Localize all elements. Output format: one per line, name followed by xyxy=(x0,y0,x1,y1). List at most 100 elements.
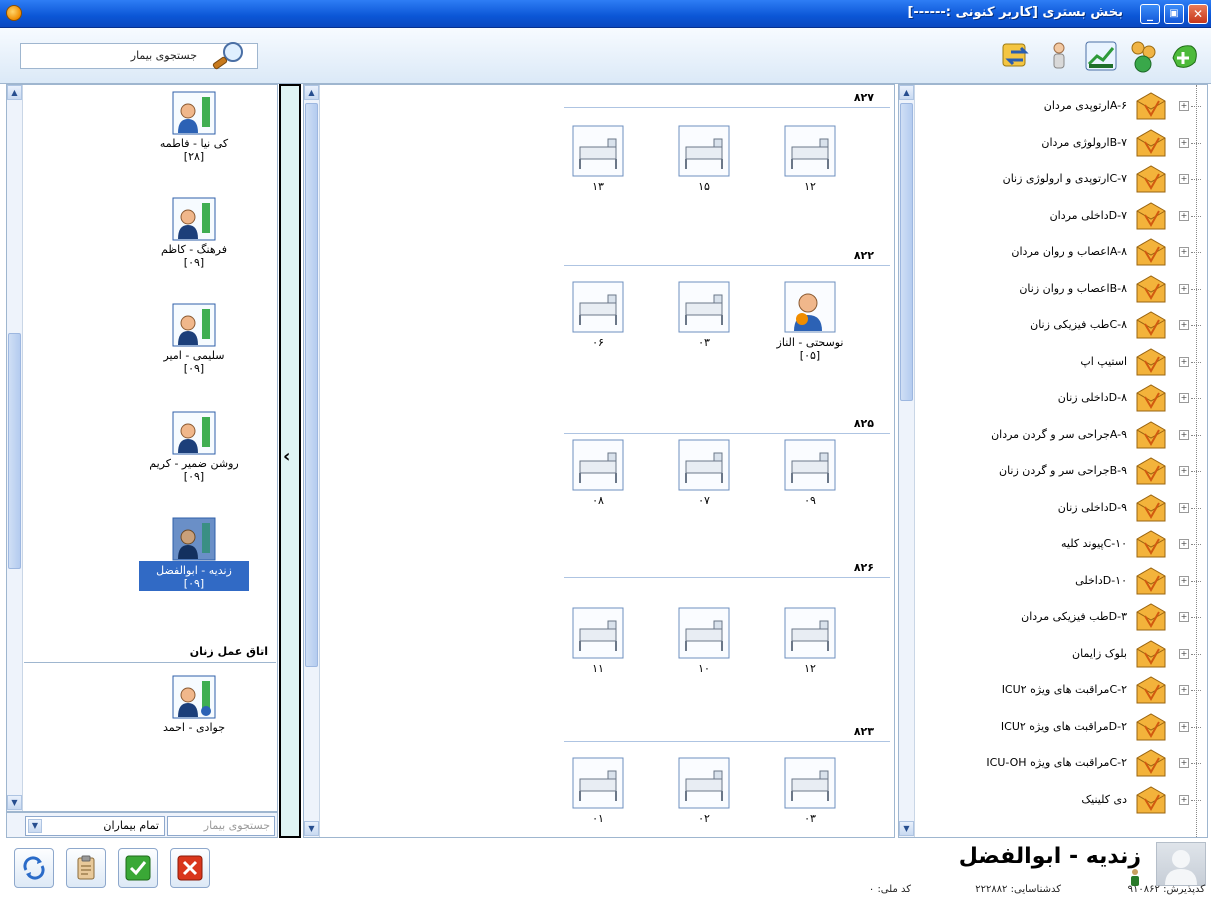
ward-item[interactable]: + D-۸داخلی زنان xyxy=(917,381,1207,417)
add-icon[interactable] xyxy=(1167,38,1203,74)
scroll-down-button[interactable]: ▼ xyxy=(304,821,319,836)
ward-item[interactable]: + استیپ اپ xyxy=(917,345,1207,381)
ward-item[interactable]: + C-۸طب فیزیکی زنان xyxy=(917,308,1207,344)
scroll-down-button[interactable]: ▼ xyxy=(899,821,914,836)
chevron-down-icon[interactable]: ▼ xyxy=(28,819,42,833)
bed[interactable]: ۱۲ xyxy=(780,125,840,193)
tree-connector xyxy=(1191,398,1201,399)
ward-item[interactable]: + C-۱۰پیوند کلیه xyxy=(917,527,1207,563)
chart-icon[interactable] xyxy=(1083,38,1119,74)
bed[interactable]: ۱۲ xyxy=(780,607,840,675)
expand-icon[interactable]: + xyxy=(1179,283,1189,294)
ward-item[interactable]: + B-۸اعصاب و روان زنان xyxy=(917,272,1207,308)
patient-card-selected[interactable]: زندیه - ابوالفضل [۰۹] xyxy=(139,517,249,591)
bed[interactable]: ۰۲ xyxy=(674,757,734,825)
expand-icon[interactable]: + xyxy=(1179,794,1189,805)
room-divider xyxy=(564,433,890,434)
patient-bed-icon xyxy=(172,91,216,135)
bed[interactable]: ۰۶ xyxy=(568,281,628,349)
scroll-up-button[interactable]: ▲ xyxy=(7,85,22,100)
patient-card[interactable]: سلیمی - امیر [۰۹] xyxy=(139,303,249,375)
patient-filter-select[interactable]: ▼ تمام بیماران xyxy=(25,816,165,836)
ward-item[interactable]: + B-۹جراحی سر و گردن زنان xyxy=(917,454,1207,490)
collapse-panel-button[interactable]: ‹ xyxy=(279,84,301,838)
patient-card[interactable]: فرهنگ - کاظم [۰۹] xyxy=(139,197,249,269)
expand-icon[interactable]: + xyxy=(1179,356,1189,367)
maximize-button[interactable]: ▣ xyxy=(1164,4,1184,24)
close-button[interactable]: ✕ xyxy=(1188,4,1208,24)
tree-connector xyxy=(1191,726,1201,728)
expand-icon[interactable]: + xyxy=(1179,539,1189,549)
cancel-button[interactable] xyxy=(170,848,210,888)
ward-item[interactable]: + B-۷ارولوژی مردان xyxy=(917,126,1207,162)
bed[interactable]: ۰۸ xyxy=(568,439,628,507)
confirm-button[interactable] xyxy=(118,848,158,888)
minimize-button[interactable]: _ xyxy=(1140,4,1160,24)
room-divider xyxy=(564,741,890,742)
expand-icon[interactable]: + xyxy=(1179,429,1189,440)
expand-icon[interactable]: + xyxy=(1179,721,1189,732)
expand-icon[interactable]: + xyxy=(1179,137,1189,148)
expand-icon[interactable]: + xyxy=(1179,247,1189,257)
transfer-icon[interactable] xyxy=(999,38,1035,74)
report-button[interactable] xyxy=(66,848,106,888)
bed[interactable]: ۱۵ xyxy=(674,125,734,193)
ward-item[interactable]: + D-۹داخلی زنان xyxy=(917,491,1207,527)
bed[interactable]: ۰۱ xyxy=(568,757,628,825)
scroll-up-button[interactable]: ▲ xyxy=(304,85,319,100)
patients-icon[interactable] xyxy=(1125,38,1161,74)
bed[interactable]: ۰۷ xyxy=(674,439,734,507)
check-icon xyxy=(125,855,151,881)
bed[interactable]: ۰۹ xyxy=(780,439,840,507)
app-icon[interactable] xyxy=(6,5,22,21)
ward-item[interactable]: + C-۲مراقبت های ویژه ICU۲ xyxy=(917,673,1207,709)
patient-card[interactable]: کی نیا - فاطمه [۲۸] xyxy=(139,91,249,163)
bed[interactable]: ۱۳ xyxy=(568,125,628,193)
ward-item[interactable]: + D-۳طب فیزیکی مردان xyxy=(917,600,1207,636)
scroll-down-button[interactable]: ▼ xyxy=(7,795,22,810)
scroll-thumb[interactable] xyxy=(8,333,21,569)
ward-item[interactable]: + A-۶ارتوپدی مردان xyxy=(917,89,1207,125)
scroll-up-button[interactable]: ▲ xyxy=(899,85,914,100)
person-icon[interactable] xyxy=(1041,38,1077,74)
refresh-button[interactable] xyxy=(14,848,54,888)
ward-item[interactable]: + A-۸اعصاب و روان مردان xyxy=(917,235,1207,271)
expand-icon[interactable]: + xyxy=(1179,758,1189,768)
expand-icon[interactable]: + xyxy=(1179,502,1189,513)
expand-icon[interactable]: + xyxy=(1179,575,1189,586)
expand-icon[interactable]: + xyxy=(1179,612,1189,622)
patient-list-scrollbar[interactable]: ▲ ▼ xyxy=(7,85,23,811)
expand-icon[interactable]: + xyxy=(1179,210,1189,221)
patient-card[interactable]: جوادی - احمد xyxy=(139,675,249,734)
expand-icon[interactable]: + xyxy=(1179,174,1189,184)
expand-icon[interactable]: + xyxy=(1179,685,1189,695)
ward-item[interactable]: + C-۲مراقبت های ویژه ICU-OH xyxy=(917,746,1207,782)
bed[interactable]: ۱۰ xyxy=(674,607,734,675)
bed[interactable]: ۰۳ xyxy=(780,757,840,825)
patient-filter-search[interactable]: جستجوی بیمار xyxy=(167,816,275,836)
ward-item[interactable]: + D-۱۰داخلی xyxy=(917,564,1207,600)
scroll-thumb[interactable] xyxy=(305,103,318,667)
expand-icon[interactable]: + xyxy=(1179,466,1189,476)
expand-icon[interactable]: + xyxy=(1179,101,1189,111)
ward-item[interactable]: + D-۷داخلی مردان xyxy=(917,199,1207,235)
ward-item[interactable]: + A-۹جراحی سر و گردن مردان xyxy=(917,418,1207,454)
ward-item[interactable]: + دی کلینیک xyxy=(917,783,1207,819)
ward-tree-scrollbar[interactable]: ▲ ▼ xyxy=(899,85,915,837)
bed[interactable]: ۱۱ xyxy=(568,607,628,675)
patient-search-button[interactable]: جستجوی بیمار xyxy=(20,42,258,70)
ward-item[interactable]: + بلوک زایمان xyxy=(917,637,1207,673)
expand-icon[interactable]: + xyxy=(1179,320,1189,330)
ward-item[interactable]: + D-۲مراقبت های ویژه ICU۲ xyxy=(917,710,1207,746)
scroll-thumb[interactable] xyxy=(900,103,913,401)
bed-occupied[interactable]: نوسحتی - الناز [۰۵] xyxy=(774,281,846,362)
bed-label: ۰۷ xyxy=(698,494,710,507)
ward-label: D-۳طب فیزیکی مردان xyxy=(1021,610,1127,623)
beds-scrollbar[interactable]: ▲ ▼ xyxy=(304,85,320,837)
expand-icon[interactable]: + xyxy=(1179,648,1189,659)
patient-card[interactable]: روشن ضمیر - کریم [۰۹] xyxy=(139,411,249,483)
patient-list-panel: ▲ ▼ کی نیا - فاطمه [۲۸] فرهنگ - کاظم [۰۹… xyxy=(6,84,278,812)
expand-icon[interactable]: + xyxy=(1179,393,1189,403)
bed[interactable]: ۰۳ xyxy=(674,281,734,349)
ward-item[interactable]: + C-۷ارتوپدی و ارولوژی زنان xyxy=(917,162,1207,198)
